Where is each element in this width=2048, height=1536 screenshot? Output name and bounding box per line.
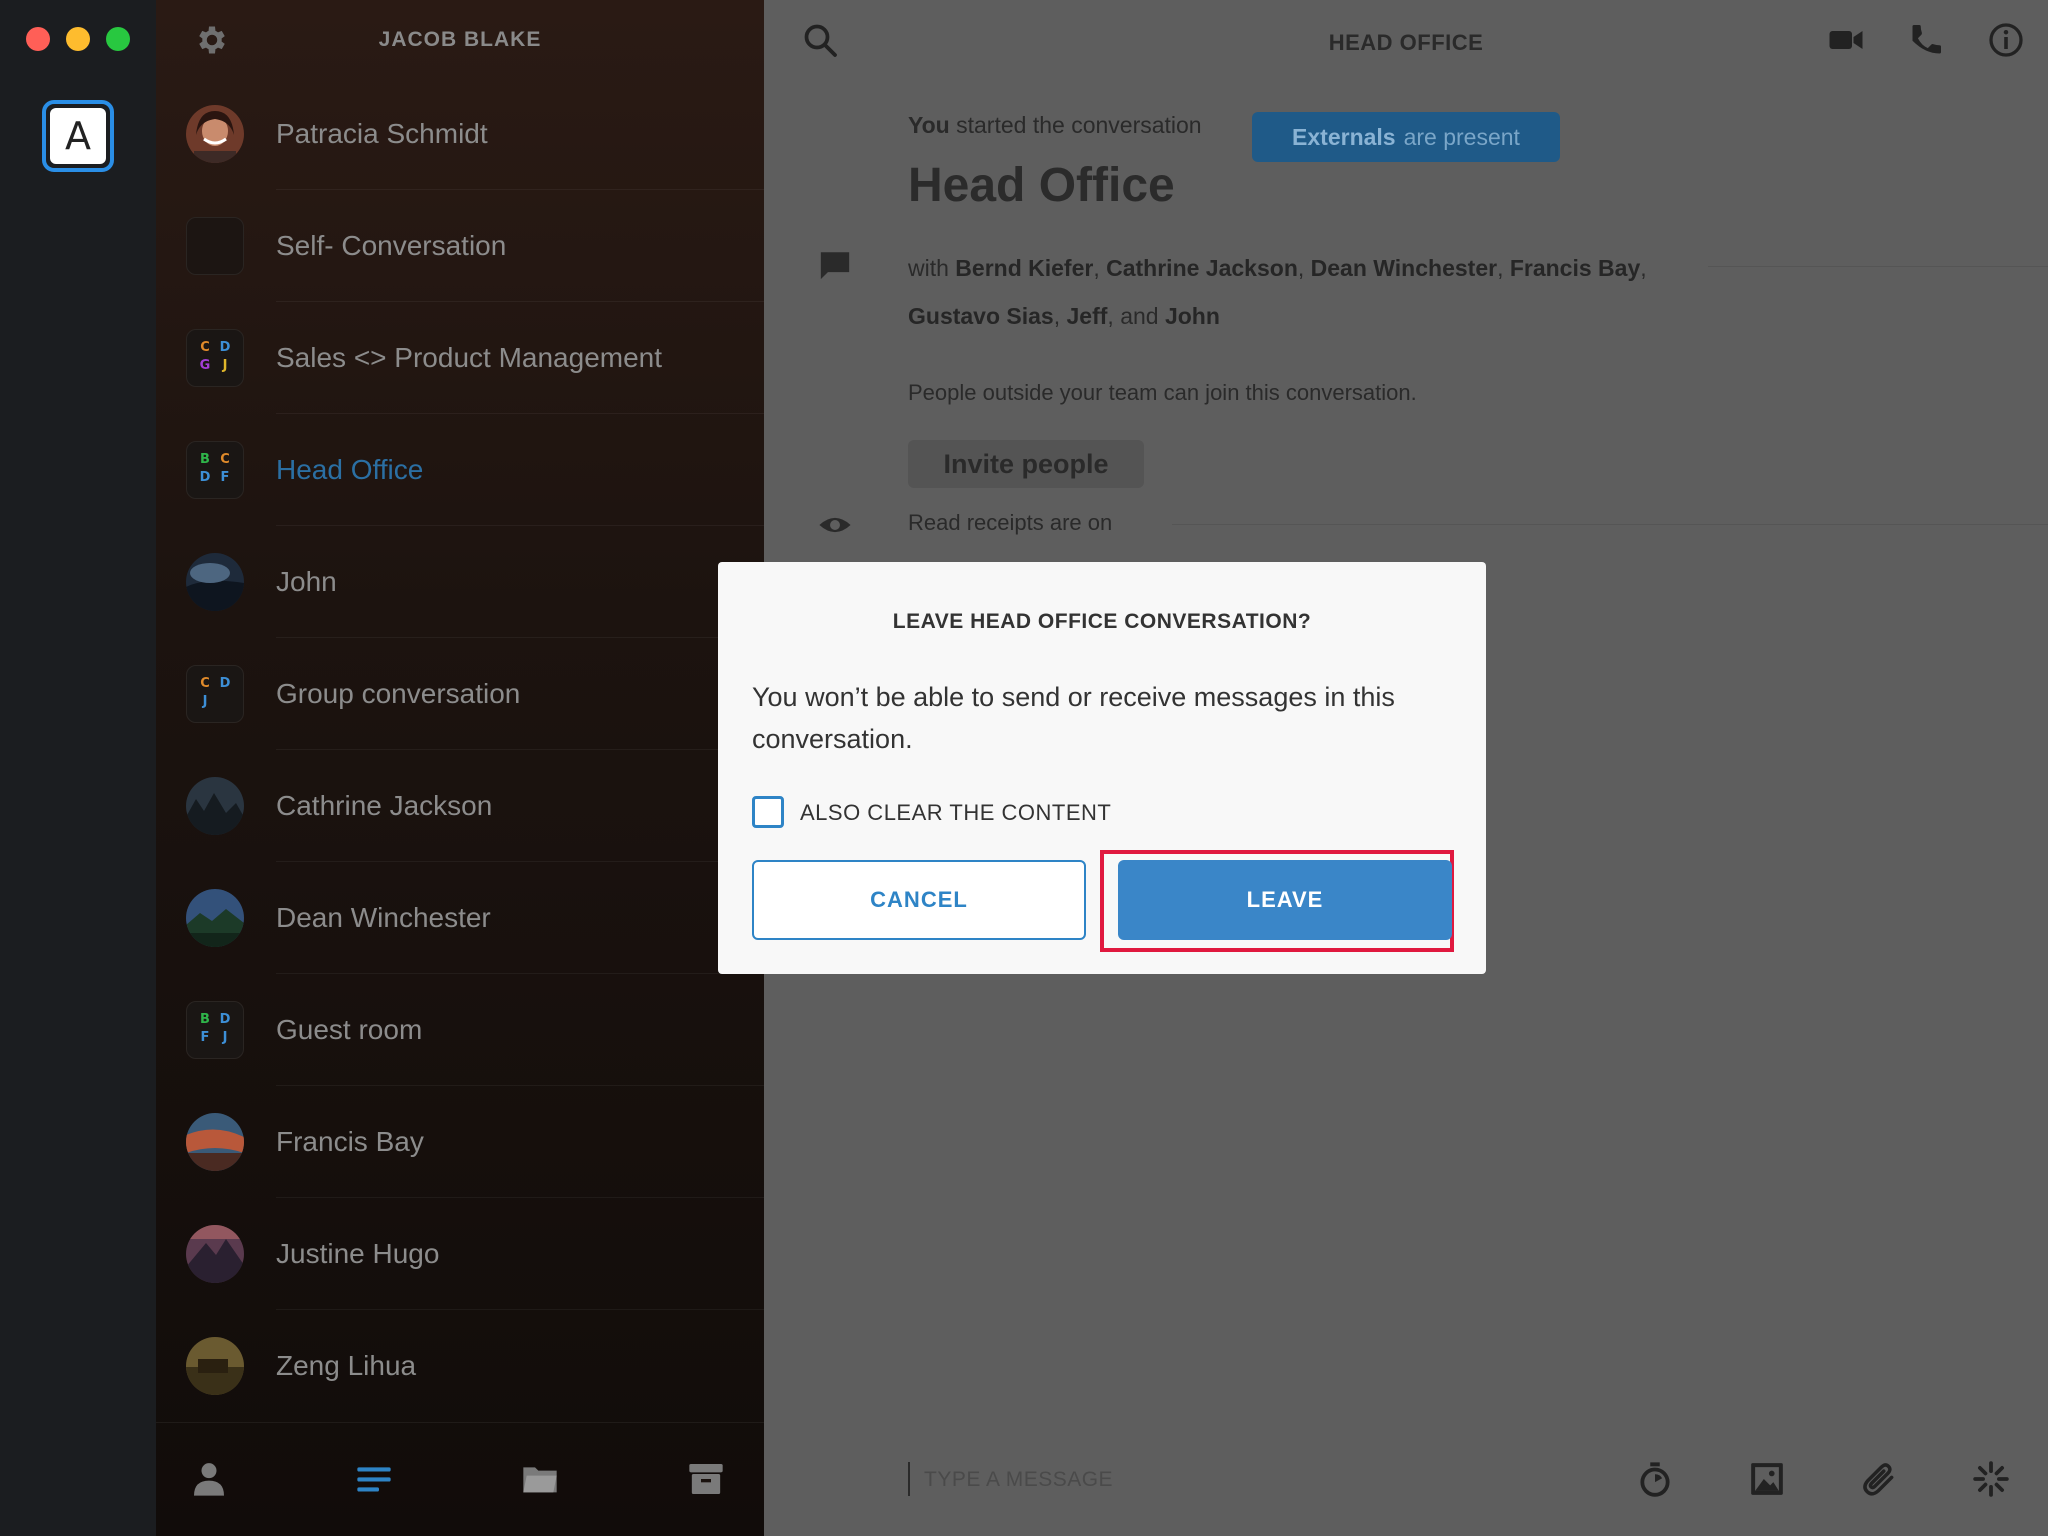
conversation-item[interactable]: Francis Bay (156, 1086, 764, 1198)
timer-icon[interactable] (1636, 1460, 1674, 1498)
group-avatar: C D J (186, 665, 244, 723)
window-minimize-button[interactable] (66, 27, 90, 51)
conversation-title: Head Office (908, 159, 1175, 212)
conversation-item[interactable]: Self- Conversation (156, 190, 764, 302)
conversation-item[interactable]: Patracia Schmidt (156, 78, 764, 190)
window-zoom-button[interactable] (106, 27, 130, 51)
leave-button[interactable]: LEAVE (1118, 860, 1452, 940)
folder-icon[interactable] (520, 1459, 560, 1499)
conversation-started-note: You started the conversation (908, 112, 1202, 138)
current-user-name: JACOB BLAKE (378, 28, 542, 51)
ping-icon[interactable] (1972, 1460, 2010, 1498)
clear-content-label[interactable]: ALSO CLEAR THE CONTENT (800, 800, 1111, 826)
person-icon[interactable] (189, 1459, 229, 1499)
conversation-list-panel: JACOB BLAKE Patracia Schmidt Self- Conve… (156, 0, 764, 1536)
video-call-icon[interactable] (1828, 22, 1864, 58)
message-bubble-icon (820, 252, 850, 280)
avatar (186, 889, 244, 947)
eye-icon (819, 517, 851, 533)
avatar (186, 1113, 244, 1171)
conversation-item-active[interactable]: B C D F Head Office (156, 414, 764, 526)
conversations-icon[interactable] (354, 1459, 394, 1499)
conversation-name: Group conversation (276, 678, 521, 709)
paperclip-icon[interactable] (1860, 1460, 1898, 1498)
conversation-name: Zeng Lihua (276, 1350, 417, 1381)
conversation-item[interactable]: John (156, 526, 764, 638)
group-avatar: C D G J (186, 329, 244, 387)
conversation-item[interactable]: B D F J Guest room (156, 974, 764, 1086)
avatar (186, 217, 244, 275)
conversation-item[interactable]: Justine Hugo (156, 1198, 764, 1310)
conversation-name: Francis Bay (276, 1126, 424, 1157)
dialog-message: You won’t be able to send or receive mes… (752, 682, 1395, 754)
leave-conversation-dialog: LEAVE HEAD OFFICE CONVERSATION? You won’… (718, 562, 1486, 974)
invite-people-button[interactable]: Invite people (908, 440, 1144, 488)
conversation-name: Justine Hugo (276, 1238, 440, 1269)
text-cursor (908, 1462, 910, 1496)
conversation-name: Head Office (276, 454, 424, 485)
externals-present-badge: Externals are present (1252, 112, 1560, 162)
avatar (186, 1225, 244, 1283)
participants-line: with Bernd Kiefer, Cathrine Jackson, Dea… (908, 255, 1647, 329)
conversation-item[interactable]: Zeng Lihua (156, 1310, 764, 1422)
clear-content-checkbox[interactable] (752, 796, 784, 828)
conversation-name: Sales <> Product Management (276, 342, 663, 373)
conversation-name: Patracia Schmidt (276, 118, 488, 149)
conversation-item[interactable]: Cathrine Jackson (156, 750, 764, 862)
account-initial: A (50, 108, 106, 164)
conversation-name: Self- Conversation (276, 230, 507, 261)
window-close-button[interactable] (26, 27, 50, 51)
group-avatar: B D F J (186, 1001, 244, 1059)
info-icon[interactable] (1988, 22, 2024, 58)
phone-call-icon[interactable] (1908, 22, 1944, 58)
guest-access-note: People outside your team can join this c… (908, 380, 1417, 405)
image-icon[interactable] (1748, 1460, 1786, 1498)
conversation-item[interactable]: Dean Winchester (156, 862, 764, 974)
group-avatar: B C D F (186, 441, 244, 499)
avatar (186, 553, 244, 611)
conversation-item[interactable]: C D J Group conversation (156, 638, 764, 750)
list-footer (156, 1422, 764, 1536)
avatar (186, 777, 244, 835)
conversation-name: John (276, 566, 337, 597)
dialog-title: LEAVE HEAD OFFICE CONVERSATION? (892, 610, 1312, 633)
avatar (186, 105, 244, 163)
message-input[interactable]: TYPE A MESSAGE (924, 1468, 1113, 1492)
conversation-name: Cathrine Jackson (276, 790, 493, 821)
conversation-name: Guest room (276, 1014, 423, 1045)
account-switcher-tile[interactable]: A (42, 100, 114, 172)
avatar (186, 1337, 244, 1395)
cancel-button[interactable]: CANCEL (752, 860, 1086, 940)
list-header: JACOB BLAKE (156, 0, 764, 80)
conversation-name: Dean Winchester (276, 902, 491, 933)
read-receipts-note: Read receipts are on (908, 510, 1113, 535)
conversation-item[interactable]: C D G J Sales <> Product Management (156, 302, 764, 414)
account-rail: A (0, 0, 156, 1536)
archive-icon[interactable] (686, 1459, 726, 1499)
